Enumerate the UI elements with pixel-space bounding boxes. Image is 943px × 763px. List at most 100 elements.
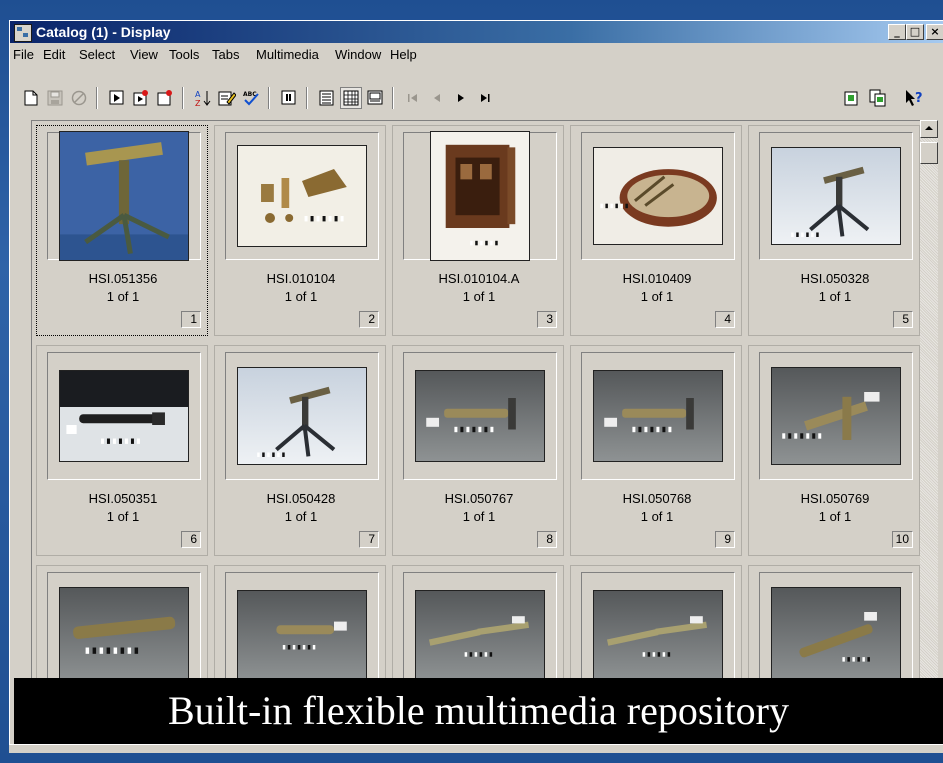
thumbnail-tile[interactable]: HSI.051356 1 of 1 1: [36, 125, 208, 336]
thumbnail-frame: [47, 352, 201, 480]
whats-this-icon[interactable]: ?: [904, 87, 926, 109]
scroll-up-button[interactable]: [920, 120, 938, 138]
menu-file[interactable]: File: [13, 47, 34, 62]
thumbnail-tile[interactable]: [36, 565, 208, 686]
thumbnail-tile[interactable]: HSI.050767 1 of 1 8: [392, 345, 564, 556]
menu-select[interactable]: Select: [79, 47, 115, 62]
slide-caption: Built-in flexible multimedia repository: [14, 678, 943, 744]
maximize-button[interactable]: □: [906, 24, 924, 40]
next-record-icon[interactable]: [450, 87, 472, 109]
copy-icon[interactable]: [867, 87, 889, 109]
thumbnail-frame: [225, 132, 379, 260]
thumbnail-frame: [403, 131, 557, 261]
toolbar-separator: [268, 87, 270, 109]
thumbnail-tile[interactable]: [214, 565, 386, 686]
multimedia-icon[interactable]: [841, 87, 863, 109]
thumbnail-tile[interactable]: HSI.010104.A 1 of 1 3: [392, 125, 564, 336]
image-count: 1 of 1: [284, 289, 318, 304]
window-title: Catalog (1) - Display: [36, 24, 171, 40]
tile-index: 6: [181, 531, 201, 548]
thumbnail-frame: [581, 352, 735, 480]
save-icon[interactable]: [44, 87, 66, 109]
toolbar-separator: [182, 87, 184, 109]
object-photo[interactable]: [593, 590, 723, 682]
info-icon[interactable]: [278, 87, 300, 109]
catalog-window: Catalog (1) - Display _ □ × File Edit Se…: [9, 20, 943, 745]
last-record-icon[interactable]: [474, 87, 496, 109]
object-photo[interactable]: [59, 131, 189, 261]
thumbnail-tile[interactable]: [392, 565, 564, 686]
thumbnail-tile[interactable]: HSI.050428 1 of 1 7: [214, 345, 386, 556]
object-photo[interactable]: [771, 587, 901, 685]
object-photo[interactable]: [237, 367, 367, 465]
spellcheck-icon[interactable]: ABC: [240, 87, 262, 109]
image-count: 1 of 1: [640, 289, 674, 304]
thumbnail-tile[interactable]: HSI.050769 1 of 1 10: [748, 345, 920, 556]
catalog-number: HSI.050769: [800, 491, 870, 506]
catalog-number: HSI.050767: [444, 491, 514, 506]
record-icon[interactable]: [106, 87, 128, 109]
image-count: 1 of 1: [818, 289, 852, 304]
record-prev-icon[interactable]: [154, 87, 176, 109]
thumbnail-tile[interactable]: HSI.050768 1 of 1 9: [570, 345, 742, 556]
menu-edit[interactable]: Edit: [43, 47, 65, 62]
tile-index: 7: [359, 531, 379, 548]
thumbnail-frame: [403, 572, 557, 686]
menu-tabs[interactable]: Tabs: [212, 47, 239, 62]
menu-help[interactable]: Help: [390, 47, 417, 62]
thumbnail-tile[interactable]: HSI.050328 1 of 1 5: [748, 125, 920, 336]
new-document-icon[interactable]: [20, 87, 42, 109]
menu-tools[interactable]: Tools: [169, 47, 199, 62]
tile-index: 4: [715, 311, 735, 328]
scroll-thumb[interactable]: [920, 142, 938, 164]
menu-multimedia[interactable]: Multimedia: [256, 47, 319, 62]
image-count: 1 of 1: [106, 509, 140, 524]
close-button[interactable]: ×: [926, 24, 943, 40]
grid-view-icon[interactable]: [340, 87, 362, 109]
thumbnail-frame: [47, 572, 201, 686]
toolbar: AZ ABC ?: [10, 67, 943, 117]
object-photo[interactable]: [593, 370, 723, 462]
record-next-icon[interactable]: [130, 87, 152, 109]
thumbnail-tile[interactable]: HSI.010104 1 of 1 2: [214, 125, 386, 336]
object-photo[interactable]: [59, 587, 189, 685]
menu-window[interactable]: Window: [335, 47, 381, 62]
menu-view[interactable]: View: [130, 47, 158, 62]
object-photo[interactable]: [59, 370, 189, 462]
toolbar-separator: [392, 87, 394, 109]
thumbnail-frame: [759, 572, 913, 686]
object-photo[interactable]: [593, 147, 723, 245]
object-photo[interactable]: [771, 367, 901, 465]
first-record-icon[interactable]: [402, 87, 424, 109]
cancel-icon[interactable]: [68, 87, 90, 109]
svg-text:A: A: [195, 90, 201, 99]
tile-index: 2: [359, 311, 379, 328]
previous-record-icon[interactable]: [426, 87, 448, 109]
minimize-button[interactable]: _: [888, 24, 906, 40]
thumbnail-tile[interactable]: [748, 565, 920, 686]
app-icon[interactable]: [14, 24, 32, 42]
image-count: 1 of 1: [462, 509, 496, 524]
object-photo[interactable]: [415, 370, 545, 462]
thumbnail-grid: HSI.051356 1 of 1 1 HSI.010104 1 of 1 2 HSI.…: [31, 120, 920, 686]
svg-text:Z: Z: [195, 99, 201, 107]
tile-index: 3: [537, 311, 557, 328]
tile-index: 10: [891, 531, 913, 548]
object-photo[interactable]: [237, 590, 367, 682]
thumbnail-tile[interactable]: HSI.010409 1 of 1 4: [570, 125, 742, 336]
vertical-scrollbar[interactable]: [920, 120, 938, 685]
title-bar[interactable]: Catalog (1) - Display _ □ ×: [10, 21, 943, 43]
object-photo[interactable]: [415, 590, 545, 682]
thumbnail-tile[interactable]: HSI.050351 1 of 1 6: [36, 345, 208, 556]
form-view-icon[interactable]: [316, 87, 338, 109]
sort-az-icon[interactable]: AZ: [192, 87, 214, 109]
thumbnail-tile[interactable]: [570, 565, 742, 686]
display-view-icon[interactable]: [364, 87, 386, 109]
object-photo[interactable]: [430, 131, 530, 261]
object-photo[interactable]: [237, 145, 367, 247]
image-count: 1 of 1: [106, 289, 140, 304]
object-photo[interactable]: [771, 147, 901, 245]
thumbnail-frame: [759, 132, 913, 260]
thumbnail-frame: [47, 131, 201, 261]
edit-icon[interactable]: [216, 87, 238, 109]
